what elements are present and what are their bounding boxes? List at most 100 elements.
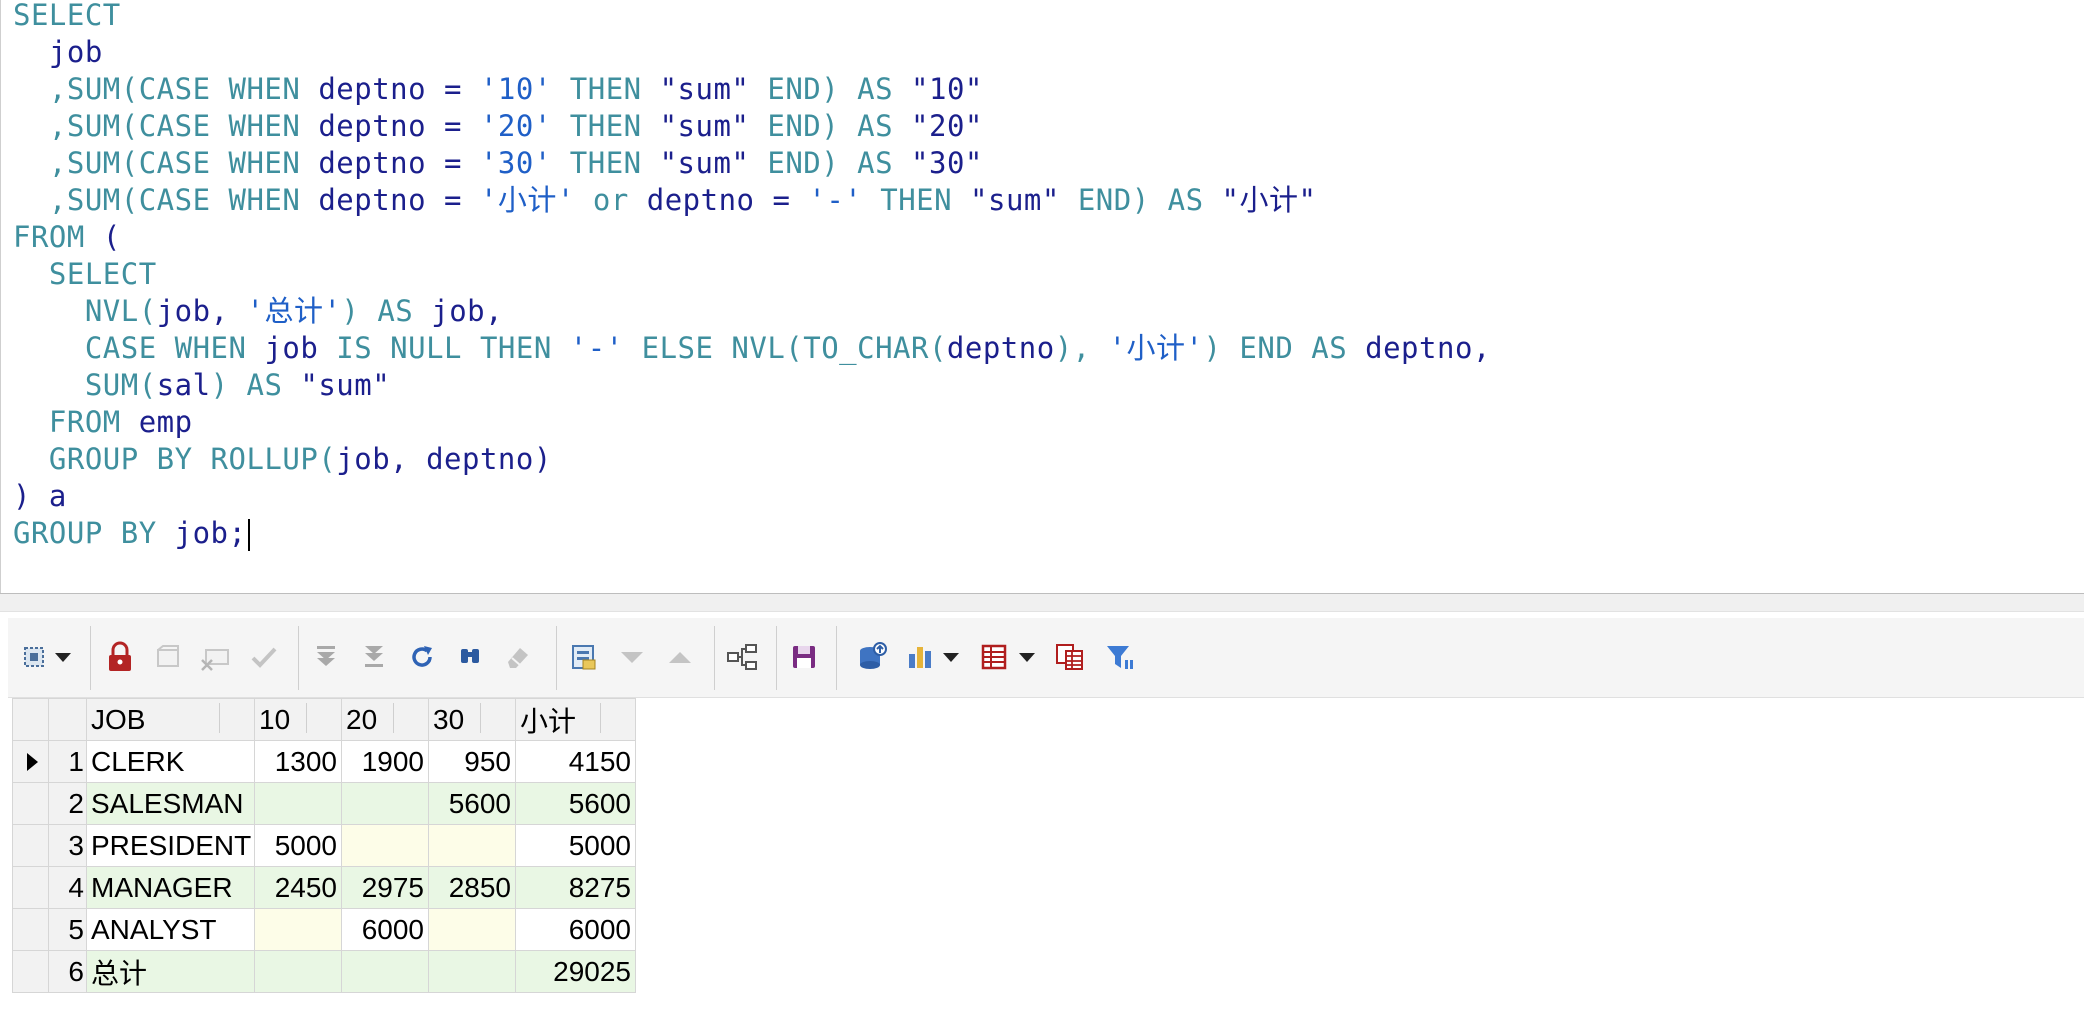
cell-30[interactable]: 2850 <box>428 866 516 909</box>
pane-splitter[interactable] <box>0 593 2084 612</box>
result-grid[interactable]: JOB 10 20 30 小计 1 CLERK 1300 1900 950 41… <box>12 698 636 993</box>
table-row[interactable]: 4 MANAGER 2450 2975 2850 8275 <box>12 866 636 909</box>
code-token: NVL( <box>13 294 157 328</box>
column-header-subtotal[interactable]: 小计 <box>515 698 636 741</box>
cell-job[interactable]: 总计 <box>86 950 255 993</box>
grid-view-icon[interactable] <box>974 637 1014 677</box>
insert-record-icon[interactable] <box>148 637 188 677</box>
row-indicator[interactable] <box>12 740 49 783</box>
cell-30[interactable]: 5600 <box>428 782 516 825</box>
row-indicator[interactable] <box>12 950 49 993</box>
fetch-next-icon[interactable] <box>306 637 346 677</box>
query-by-example-icon[interactable] <box>722 637 762 677</box>
code-token: '小计' <box>1108 331 1204 365</box>
lock-icon[interactable] <box>100 637 140 677</box>
row-indicator[interactable] <box>12 782 49 825</box>
cell-subtotal[interactable]: 4150 <box>515 740 636 783</box>
column-header-20[interactable]: 20 <box>341 698 429 741</box>
column-filter-button[interactable] <box>393 703 424 733</box>
cell-20[interactable]: 6000 <box>341 908 429 951</box>
row-indicator[interactable] <box>12 824 49 867</box>
code-token: ,SUM( <box>13 109 139 143</box>
cell-20[interactable] <box>341 824 429 867</box>
cell-20[interactable] <box>341 782 429 825</box>
cell-10[interactable]: 1300 <box>254 740 342 783</box>
column-header-job[interactable]: JOB <box>86 698 255 741</box>
filter-icon[interactable] <box>1100 637 1140 677</box>
dropdown-arrow-icon[interactable] <box>48 637 78 677</box>
cell-20[interactable]: 2975 <box>341 866 429 909</box>
table-row[interactable]: 2 SALESMAN 5600 5600 <box>12 782 636 825</box>
cell-30[interactable] <box>428 908 516 951</box>
code-token: FROM <box>13 405 139 439</box>
cell-job[interactable]: ANALYST <box>86 908 255 951</box>
column-header-label: 小计 <box>520 705 577 737</box>
previous-record-icon[interactable] <box>660 637 700 677</box>
code-token: deptno <box>946 331 1055 365</box>
delete-record-icon[interactable] <box>196 637 236 677</box>
cell-30[interactable] <box>428 950 516 993</box>
row-number: 2 <box>48 782 87 825</box>
clear-icon[interactable] <box>498 637 538 677</box>
post-edits-icon[interactable] <box>244 637 284 677</box>
table-row[interactable]: 1 CLERK 1300 1900 950 4150 <box>12 740 636 783</box>
chart-icon[interactable] <box>900 637 940 677</box>
code-line: FROM ( <box>13 222 1491 259</box>
row-number: 3 <box>48 824 87 867</box>
code-token: ) a <box>13 479 67 513</box>
sql-code: SELECT job ,SUM(CASE WHEN deptno = '10' … <box>13 0 1491 555</box>
code-token: deptno <box>318 146 445 180</box>
row-number: 6 <box>48 950 87 993</box>
table-row[interactable]: 6 总计 29025 <box>12 950 636 993</box>
cell-10[interactable] <box>254 908 342 951</box>
column-header-30[interactable]: 30 <box>428 698 516 741</box>
row-indicator[interactable] <box>12 866 49 909</box>
refresh-icon[interactable] <box>402 637 442 677</box>
code-token: job, <box>156 294 247 328</box>
code-line: SUM(sal) AS "sum" <box>13 370 1491 407</box>
single-record-view-icon[interactable] <box>564 637 604 677</box>
grid-dropdown-icon[interactable] <box>1012 637 1042 677</box>
find-icon[interactable] <box>450 637 490 677</box>
cell-10[interactable] <box>254 782 342 825</box>
export-icon[interactable] <box>852 637 892 677</box>
cell-subtotal[interactable]: 5000 <box>515 824 636 867</box>
corner-cell[interactable] <box>12 698 49 741</box>
cell-subtotal[interactable]: 8275 <box>515 866 636 909</box>
cell-30[interactable] <box>428 824 516 867</box>
multi-grid-icon[interactable] <box>1050 637 1090 677</box>
code-token: "30" <box>911 146 983 180</box>
cell-job[interactable]: PRESIDENT <box>86 824 255 867</box>
column-filter-button[interactable] <box>306 703 337 733</box>
column-filter-button[interactable] <box>600 703 631 733</box>
code-token: "10" <box>911 72 983 106</box>
column-filter-button[interactable] <box>480 703 511 733</box>
cell-10[interactable] <box>254 950 342 993</box>
code-token: "sum" <box>300 368 391 402</box>
cell-job[interactable]: CLERK <box>86 740 255 783</box>
code-token: sal <box>156 368 211 402</box>
cell-job[interactable]: SALESMAN <box>86 782 255 825</box>
cell-10[interactable]: 5000 <box>254 824 342 867</box>
column-filter-button[interactable] <box>219 703 250 733</box>
save-icon[interactable] <box>784 637 824 677</box>
sql-editor[interactable]: SELECT job ,SUM(CASE WHEN deptno = '10' … <box>0 0 2084 593</box>
cell-30[interactable]: 950 <box>428 740 516 783</box>
table-row[interactable]: 3 PRESIDENT 5000 5000 <box>12 824 636 867</box>
fetch-all-icon[interactable] <box>354 637 394 677</box>
cell-job[interactable]: MANAGER <box>86 866 255 909</box>
cell-subtotal[interactable]: 6000 <box>515 908 636 951</box>
cell-20[interactable] <box>341 950 429 993</box>
table-row[interactable]: 5 ANALYST 6000 6000 <box>12 908 636 951</box>
chart-dropdown-icon[interactable] <box>936 637 966 677</box>
cell-10[interactable]: 2450 <box>254 866 342 909</box>
code-token: "小计" <box>1221 183 1317 217</box>
cell-subtotal[interactable]: 29025 <box>515 950 636 993</box>
column-header-10[interactable]: 10 <box>254 698 342 741</box>
next-record-icon[interactable] <box>612 637 652 677</box>
cell-20[interactable]: 1900 <box>341 740 429 783</box>
row-indicator[interactable] <box>12 908 49 951</box>
code-token: FROM <box>13 220 103 254</box>
cell-subtotal[interactable]: 5600 <box>515 782 636 825</box>
code-token: '30' <box>479 146 570 180</box>
